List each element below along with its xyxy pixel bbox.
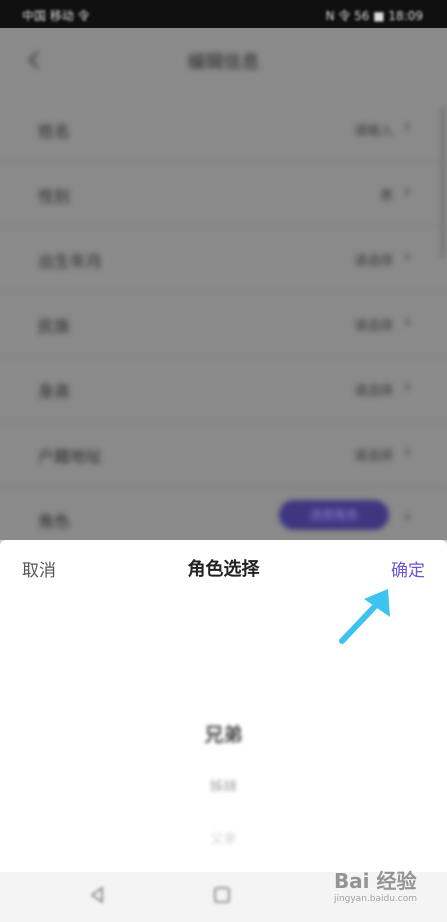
chevron-right-icon: › [403, 116, 411, 137]
picker-option-selected[interactable]: 兄弟 [0, 720, 447, 747]
form-row-ethnicity[interactable]: 民族 请选择 › [0, 291, 447, 357]
background-content: 编辑信息 姓名 请输入 › 性别 男 › 出生年月 请选择 › 民族 请选择 ›… [0, 28, 447, 540]
confirm-button[interactable]: 确定 [391, 556, 425, 581]
role-picker-wheel[interactable]: 兄弟 姊妹 父亲 [0, 690, 447, 850]
row-label: 姓名 [38, 122, 71, 141]
scrollbar[interactable] [440, 108, 445, 258]
form-row-name[interactable]: 姓名 请输入 › [0, 96, 447, 162]
row-value: 男 [379, 189, 393, 204]
picker-option[interactable]: 父亲 [0, 828, 447, 847]
row-label: 身高 [38, 382, 71, 401]
row-label: 民族 [38, 317, 71, 336]
row-value: 请选择 [353, 449, 393, 464]
watermark-brand: Bai 经验 [333, 869, 417, 893]
chevron-right-icon: › [403, 376, 411, 397]
row-value: 请输入 [353, 124, 393, 139]
picker-option[interactable]: 姊妹 [0, 776, 447, 796]
sheet-title: 角色选择 [187, 559, 260, 580]
page-header: 编辑信息 [0, 28, 447, 92]
status-indicators: N 令 56 ■ 18:09 [325, 9, 423, 23]
chevron-right-icon: › [403, 441, 411, 462]
row-value: 请选择 [353, 384, 393, 399]
form-row-birth[interactable]: 出生年月 请选择 › [0, 226, 447, 292]
row-label: 性别 [38, 187, 71, 206]
watermark-url: jingyan.baidu.com [333, 894, 417, 904]
form-row-address[interactable]: 户籍地址 请选择 › [0, 421, 447, 487]
row-label: 户籍地址 [38, 447, 103, 466]
status-bar: 中国 移动 令 N 令 56 ■ 18:09 [0, 0, 447, 28]
background-page: 编辑信息 姓名 请输入 › 性别 男 › 出生年月 请选择 › 民族 请选择 ›… [0, 28, 447, 540]
form-row-role[interactable]: 角色 选择角色 › [0, 486, 447, 540]
chevron-right-icon: › [403, 246, 411, 267]
status-carrier: 中国 移动 令 [22, 9, 90, 23]
page-title: 编辑信息 [187, 52, 260, 73]
chevron-right-icon: › [403, 181, 411, 202]
chevron-right-icon: › [403, 506, 411, 527]
form-row-gender[interactable]: 性别 男 › [0, 161, 447, 227]
row-label: 出生年月 [38, 252, 103, 271]
baidu-watermark: Bai 经验 jingyan.baidu.com [334, 865, 417, 904]
nav-home-icon[interactable] [213, 886, 231, 904]
nav-back-icon[interactable] [88, 886, 106, 904]
row-value: 请选择 [353, 319, 393, 334]
form-row-height[interactable]: 身高 请选择 › [0, 356, 447, 422]
annotation-arrow-icon [339, 589, 390, 644]
row-label: 角色 [38, 512, 71, 531]
row-value: 请选择 [353, 254, 393, 269]
role-pill[interactable]: 选择角色 [279, 500, 389, 530]
chevron-right-icon: › [403, 311, 411, 332]
